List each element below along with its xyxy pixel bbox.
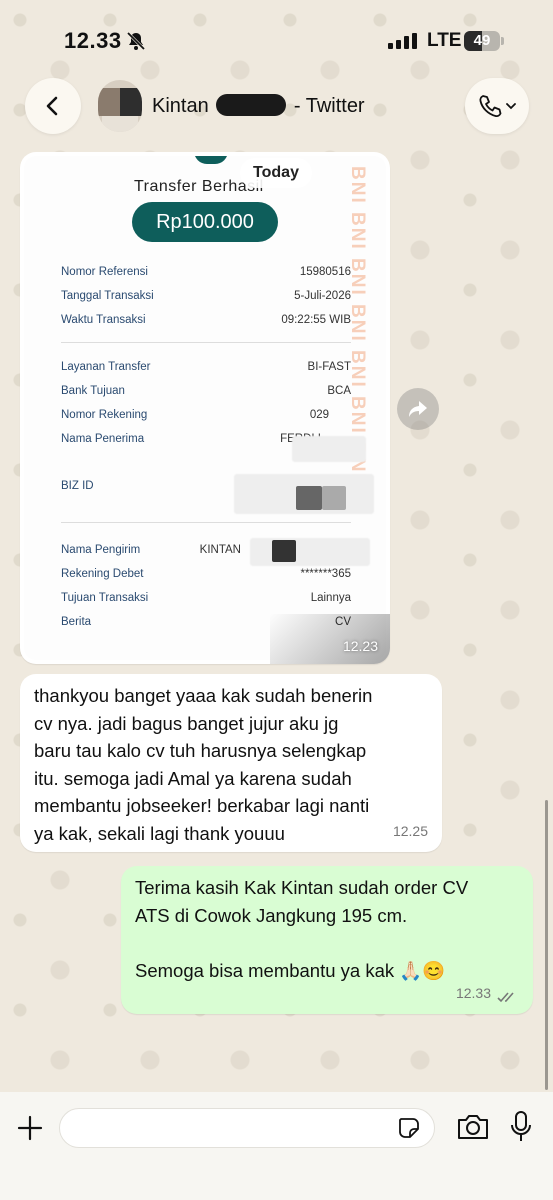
- redaction-mark: [216, 94, 287, 116]
- message-input[interactable]: [59, 1108, 435, 1148]
- battery-level: 49: [473, 32, 491, 49]
- forward-icon: [409, 401, 427, 417]
- camera-icon[interactable]: [456, 1112, 490, 1142]
- message-composer: [0, 1092, 553, 1200]
- scrollbar[interactable]: [545, 800, 548, 1090]
- receipt-row: Layanan Transfer BI-FAST: [61, 361, 351, 373]
- status-time: 12.33: [64, 28, 122, 53]
- receipt-divider: [61, 342, 351, 343]
- receipt-row: Tanggal Transaksi 5-Juli-2026: [61, 290, 351, 302]
- contact-avatar[interactable]: [98, 80, 142, 132]
- microphone-icon[interactable]: [509, 1110, 533, 1144]
- bell-slash-icon: [126, 31, 146, 51]
- receipt-amount: Rp100.000: [132, 202, 278, 242]
- incoming-message[interactable]: thankyou banget yaaa kak sudah benerin c…: [20, 674, 442, 852]
- message-time: 12.23: [342, 638, 378, 654]
- forward-button[interactable]: [397, 388, 439, 430]
- chat-header: Kintan - Twitter: [0, 76, 553, 136]
- redaction-blur: [292, 436, 366, 462]
- contact-name-prefix: Kintan: [152, 95, 209, 117]
- contact-name-suffix: - Twitter: [293, 95, 365, 117]
- date-chip: Today: [240, 158, 312, 188]
- network-type: LTE: [427, 30, 462, 51]
- redaction-block: [272, 540, 296, 562]
- chevron-down-icon: [506, 103, 516, 110]
- signal-icon: [388, 33, 417, 49]
- redaction-block: [296, 486, 322, 510]
- transfer-receipt-image: Transfer Berhasil Rp100.000 BNI BNI BNI …: [24, 156, 386, 660]
- chevron-left-icon: [46, 96, 58, 116]
- receipt-row: Bank Tujuan BCA: [61, 385, 351, 397]
- back-button[interactable]: [25, 78, 81, 134]
- status-bar: 12.33 LTE 49: [0, 0, 553, 80]
- receipt-divider: [61, 522, 351, 523]
- receipt-row: Rekening Debet *******365: [61, 568, 351, 580]
- message-time: 12.33: [455, 984, 491, 1001]
- message-text: thankyou banget yaaa kak sudah benerin c…: [34, 685, 373, 844]
- image-message[interactable]: Transfer Berhasil Rp100.000 BNI BNI BNI …: [20, 152, 390, 664]
- redaction-blur: [250, 538, 370, 566]
- receipt-row: Tujuan Transaksi Lainnya: [61, 592, 351, 604]
- battery-indicator: 49: [464, 31, 504, 51]
- outgoing-message[interactable]: Terima kasih Kak Kintan sudah order CV A…: [121, 866, 533, 1014]
- message-text: Terima kasih Kak Kintan sudah order CV A…: [135, 877, 469, 981]
- receipt-row: Nomor Referensi 15980516: [61, 266, 351, 278]
- redaction-block: [322, 486, 346, 510]
- plus-icon[interactable]: [16, 1114, 44, 1142]
- message-time: 12.25: [392, 822, 428, 839]
- phone-icon: [479, 95, 502, 118]
- sticker-icon[interactable]: [397, 1116, 421, 1140]
- receipt-row: Waktu Transaksi 09:22:55 WIB: [61, 314, 351, 326]
- call-button[interactable]: [465, 78, 529, 134]
- bank-logo-circle: [194, 156, 228, 164]
- contact-name[interactable]: Kintan - Twitter: [152, 94, 365, 118]
- receipt-row: Nomor Rekening 029: [61, 409, 329, 421]
- double-check-icon: [497, 992, 514, 1003]
